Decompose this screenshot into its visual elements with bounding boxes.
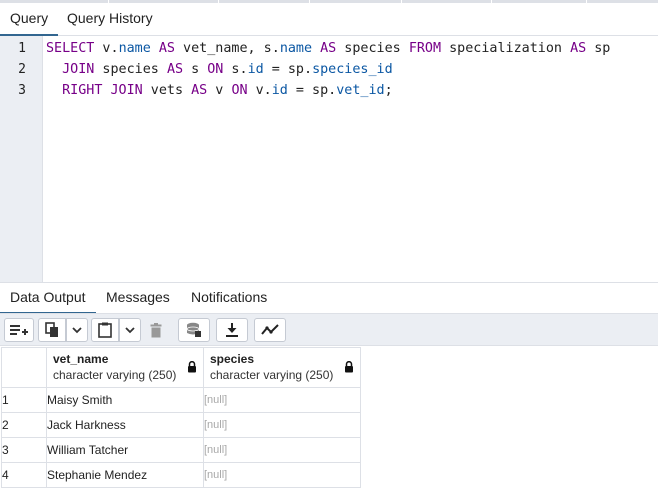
- tab-data-output[interactable]: Data Output: [0, 283, 96, 314]
- sql-identifier: id: [271, 83, 288, 98]
- sql-text: = sp.: [287, 83, 337, 98]
- save-data-icon: [186, 322, 201, 337]
- code-line-2[interactable]: JOIN species AS s ON s.id = sp.species_i…: [46, 62, 393, 77]
- download-icon: [226, 323, 238, 337]
- column-type: character varying (250): [210, 368, 334, 382]
- table-row[interactable]: 3 William Tatcher [null]: [1, 437, 361, 463]
- tab-query-history[interactable]: Query History: [57, 3, 163, 36]
- column-type: character varying (250): [53, 368, 177, 382]
- chevron-down-icon: [125, 326, 135, 333]
- row-number[interactable]: 2: [1, 412, 47, 438]
- query-tabbar: Query Query History: [0, 3, 658, 36]
- sql-keyword: RIGHT JOIN: [62, 83, 143, 98]
- column-name: species: [210, 352, 255, 366]
- line-number-gutter: 1 2 3: [0, 36, 43, 282]
- sql-text: = sp.: [263, 62, 313, 77]
- code-line-1[interactable]: SELECT v.name AS vet_name, s.name AS spe…: [46, 41, 610, 56]
- tab-messages[interactable]: Messages: [96, 283, 180, 314]
- sql-keyword: SELECT: [46, 41, 95, 56]
- paste-icon: [98, 322, 112, 338]
- output-tabbar: Data Output Messages Notifications: [0, 282, 658, 314]
- sql-keyword: AS: [166, 62, 184, 77]
- sql-keyword: JOIN: [62, 62, 95, 77]
- sql-keyword: ON: [207, 62, 224, 77]
- sql-identifier: name: [118, 41, 151, 56]
- sql-identifier: species_id: [312, 62, 393, 77]
- sql-text: v.: [247, 83, 272, 98]
- sql-text: v: [207, 83, 232, 98]
- sql-keyword: FROM: [408, 41, 442, 56]
- sql-keyword: ON: [231, 83, 248, 98]
- graph-icon: [261, 324, 279, 335]
- row-number[interactable]: 3: [1, 437, 47, 463]
- cell-vet-name[interactable]: Stephanie Mendez: [46, 462, 204, 488]
- cell-vet-name[interactable]: Maisy Smith: [46, 387, 204, 413]
- sql-identifier: name: [279, 41, 313, 56]
- sql-text: sp: [586, 41, 611, 56]
- sql-text: specialization: [441, 41, 571, 56]
- sql-text: s.: [223, 62, 248, 77]
- cell-species[interactable]: [null]: [203, 387, 361, 413]
- sql-keyword: AS: [191, 83, 208, 98]
- cell-species[interactable]: [null]: [203, 462, 361, 488]
- chevron-down-icon: [72, 326, 82, 333]
- add-row-button[interactable]: [4, 318, 34, 342]
- cell-species[interactable]: [null]: [203, 412, 361, 438]
- paste-button[interactable]: [91, 318, 119, 342]
- download-button[interactable]: [216, 318, 248, 342]
- column-name: vet_name: [53, 352, 109, 366]
- cell-species[interactable]: [null]: [203, 437, 361, 463]
- code-line-3[interactable]: RIGHT JOIN vets AS v ON v.id = sp.vet_id…: [46, 83, 393, 98]
- add-row-icon: [10, 325, 28, 335]
- delete-button[interactable]: [144, 318, 168, 342]
- copy-icon: [45, 322, 58, 337]
- sql-text: species: [94, 62, 167, 77]
- row-number-header: [1, 347, 47, 388]
- results-table: vet_name character varying (250) species…: [1, 347, 361, 488]
- graph-visualiser-button[interactable]: [254, 318, 286, 342]
- sql-keyword: AS: [570, 41, 587, 56]
- sql-text: s: [183, 62, 208, 77]
- delete-icon: [150, 322, 162, 337]
- results-grid: vet_name character varying (250) species…: [0, 346, 658, 500]
- lock-icon: [345, 361, 353, 373]
- sql-keyword: AS: [158, 41, 175, 56]
- sql-text: v.: [94, 41, 119, 56]
- copy-options-dropdown[interactable]: [66, 318, 88, 342]
- column-header-vet-name[interactable]: vet_name character varying (250): [46, 347, 204, 388]
- line-number: 3: [18, 83, 26, 98]
- sql-text: vets: [142, 83, 192, 98]
- table-row[interactable]: 4 Stephanie Mendez [null]: [1, 462, 361, 488]
- sql-text: ;: [384, 83, 393, 98]
- paste-options-dropdown[interactable]: [119, 318, 141, 342]
- data-output-toolbar: [0, 313, 658, 346]
- header-row: vet_name character varying (250) species…: [1, 347, 361, 388]
- cell-vet-name[interactable]: William Tatcher: [46, 437, 204, 463]
- line-number: 2: [18, 62, 26, 77]
- sql-identifier: id: [247, 62, 264, 77]
- tab-query[interactable]: Query: [0, 3, 59, 36]
- column-header-species[interactable]: species character varying (250): [203, 347, 361, 388]
- row-number[interactable]: 4: [1, 462, 47, 488]
- sql-keyword: AS: [320, 41, 337, 56]
- copy-button[interactable]: [38, 318, 66, 342]
- sql-text: vet_name, s.: [175, 41, 280, 56]
- table-row[interactable]: 2 Jack Harkness [null]: [1, 412, 361, 438]
- row-number[interactable]: 1: [1, 387, 47, 413]
- tab-notifications[interactable]: Notifications: [181, 283, 277, 314]
- sql-identifier: vet_id: [336, 83, 385, 98]
- sql-editor[interactable]: 1 2 3 SELECT v.name AS vet_name, s.name …: [0, 36, 658, 282]
- sql-text: species: [336, 41, 409, 56]
- save-data-button[interactable]: [178, 318, 210, 342]
- table-row[interactable]: 1 Maisy Smith [null]: [1, 387, 361, 413]
- cell-vet-name[interactable]: Jack Harkness: [46, 412, 204, 438]
- line-number: 1: [18, 41, 26, 56]
- lock-icon: [188, 361, 196, 373]
